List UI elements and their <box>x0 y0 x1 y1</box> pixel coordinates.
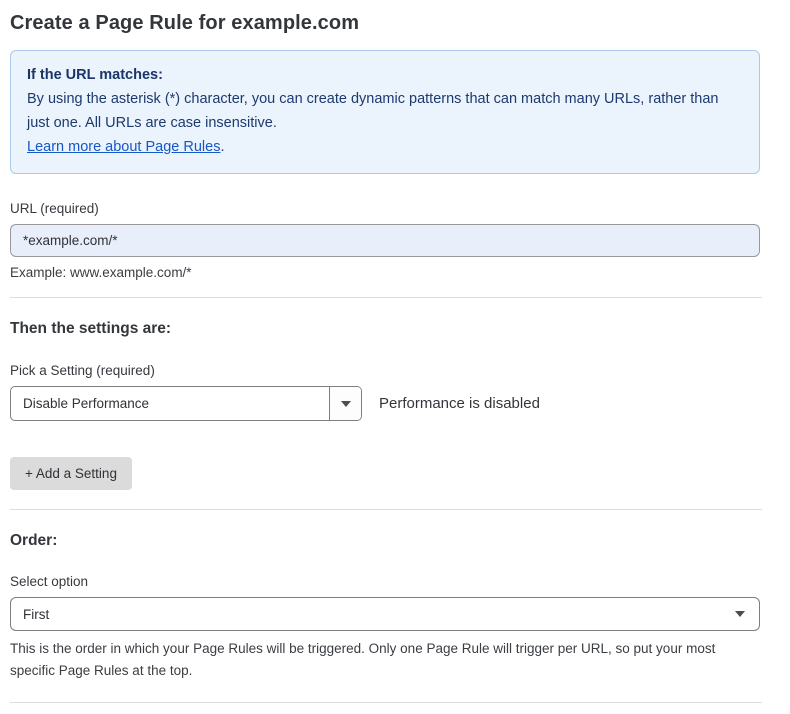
caret-down-icon <box>735 611 745 617</box>
settings-section-heading: Then the settings are: <box>10 320 780 338</box>
url-field-label: URL (required) <box>10 201 780 216</box>
order-section-heading: Order: <box>10 532 780 550</box>
setting-select[interactable]: Disable Performance <box>10 386 362 421</box>
url-example-text: Example: www.example.com/* <box>10 265 780 280</box>
url-input[interactable] <box>10 224 760 257</box>
setting-select-arrow-button[interactable] <box>329 387 361 420</box>
link-suffix: . <box>220 139 224 155</box>
caret-down-icon <box>341 401 351 407</box>
setting-picker-row: Disable Performance Performance is disab… <box>10 386 780 421</box>
setting-status-text: Performance is disabled <box>379 395 540 412</box>
divider <box>10 509 762 510</box>
url-matches-info-box: If the URL matches: By using the asteris… <box>10 50 760 174</box>
page-title: Create a Page Rule for example.com <box>10 12 780 35</box>
info-box-body: By using the asterisk (*) character, you… <box>27 87 743 135</box>
divider <box>10 702 762 703</box>
order-select[interactable]: First <box>10 597 760 631</box>
order-select-value: First <box>23 607 49 622</box>
learn-more-link[interactable]: Learn more about Page Rules <box>27 139 220 155</box>
divider <box>10 297 762 298</box>
order-select-label: Select option <box>10 574 780 589</box>
setting-select-value: Disable Performance <box>11 387 329 420</box>
pick-setting-label: Pick a Setting (required) <box>10 363 780 378</box>
info-box-heading: If the URL matches: <box>27 63 743 87</box>
order-help-text: This is the order in which your Page Rul… <box>10 638 760 681</box>
add-setting-button[interactable]: + Add a Setting <box>10 457 132 490</box>
create-page-rule-form: Create a Page Rule for example.com If th… <box>0 0 790 714</box>
info-box-link-line: Learn more about Page Rules. <box>27 135 743 159</box>
